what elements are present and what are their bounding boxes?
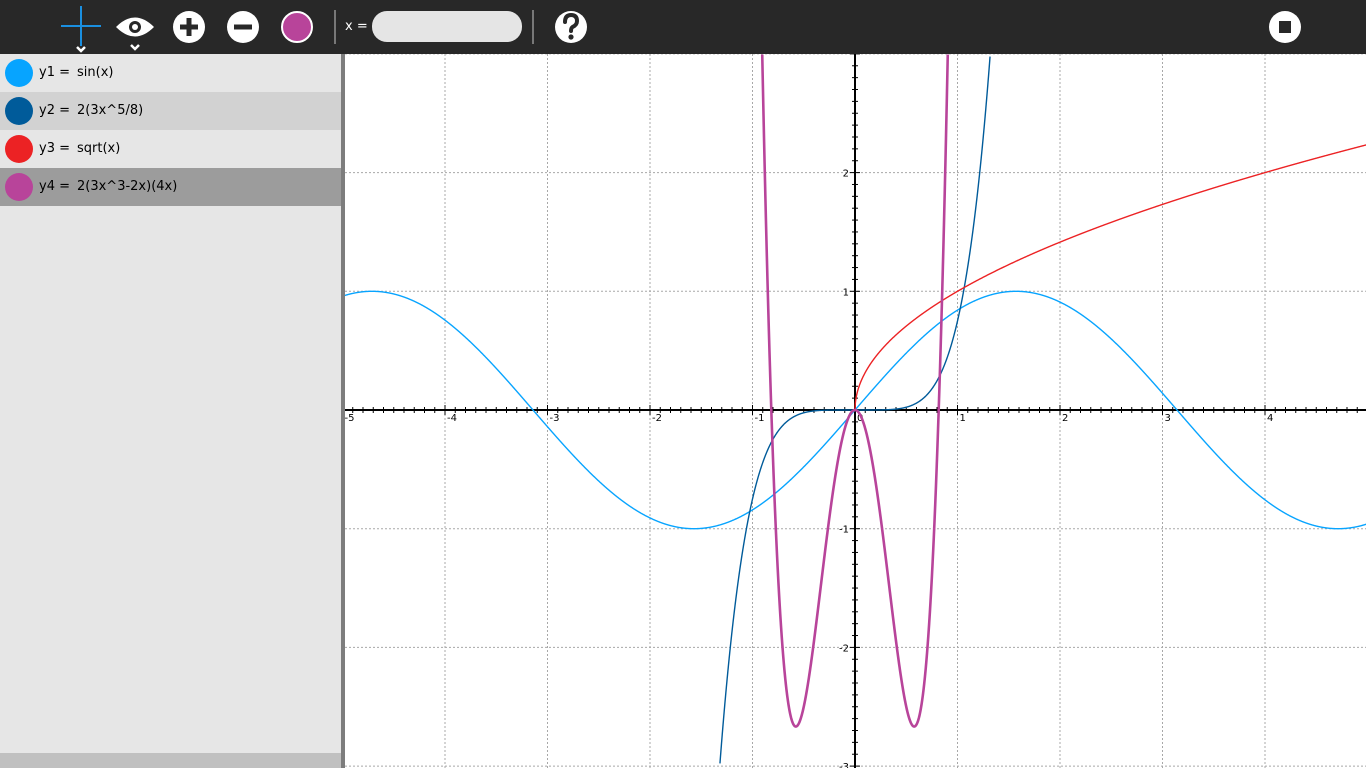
- function-row[interactable]: y4 = 2(3x^3-2x)(4x): [0, 168, 341, 206]
- zoom-in-icon[interactable]: [171, 0, 207, 54]
- x-tick-label: -3: [550, 413, 560, 424]
- y-tick-label: -2: [839, 643, 849, 654]
- grid-axes-icon[interactable]: [58, 0, 104, 54]
- function-color-swatch[interactable]: [5, 59, 33, 87]
- eye-icon[interactable]: [113, 0, 157, 54]
- x-tick-label: 4: [1267, 413, 1273, 424]
- help-icon[interactable]: [553, 0, 589, 54]
- function-expression[interactable]: 2(3x^5/8): [77, 103, 143, 118]
- function-row[interactable]: y1 = sin(x): [0, 54, 341, 92]
- toolbar: x =: [0, 0, 1366, 54]
- function-name-label: y3 =: [39, 141, 70, 156]
- function-name-label: y1 =: [39, 65, 70, 80]
- graph-canvas[interactable]: -5 -4 -3 -2 -1 0 1 2 3 4 -3 -2 -1 1 2: [345, 54, 1366, 768]
- x-tick-label: 2: [1062, 413, 1068, 424]
- x-tick-label: -4: [447, 413, 457, 424]
- function-name-label: y4 =: [39, 179, 70, 194]
- y-tick-label: -1: [839, 525, 849, 536]
- function-row[interactable]: y2 = 2(3x^5/8): [0, 92, 341, 130]
- sidebar-footer: [0, 753, 341, 768]
- function-list: y1 = sin(x) y2 = 2(3x^5/8) y3 = sqrt(x) y4 = 2(…: [0, 54, 341, 768]
- y-tick-label: 1: [843, 287, 849, 298]
- x-tick-label: 1: [960, 413, 966, 424]
- toolbar-separator: [334, 10, 336, 44]
- y-tick-label: -3: [839, 762, 849, 768]
- function-row[interactable]: y3 = sqrt(x): [0, 130, 341, 168]
- x-value-input[interactable]: [372, 11, 522, 42]
- color-picker-button[interactable]: [279, 0, 315, 54]
- x-tick-label: -1: [755, 413, 765, 424]
- x-tick-label: -2: [652, 413, 662, 424]
- zoom-out-icon[interactable]: [225, 0, 261, 54]
- stop-icon[interactable]: [1267, 0, 1303, 54]
- function-curve-y3: [854, 144, 1366, 411]
- function-expression[interactable]: sin(x): [77, 65, 113, 80]
- x-input-label: x =: [345, 19, 368, 34]
- toolbar-separator: [532, 10, 534, 44]
- x-tick-label: 3: [1165, 413, 1171, 424]
- y-tick-label: 2: [843, 169, 849, 180]
- function-color-swatch[interactable]: [5, 173, 33, 201]
- function-color-swatch[interactable]: [5, 135, 33, 163]
- function-expression[interactable]: sqrt(x): [77, 141, 120, 156]
- function-name-label: y2 =: [39, 103, 70, 118]
- function-expression[interactable]: 2(3x^3-2x)(4x): [77, 179, 177, 194]
- x-tick-label: -5: [345, 413, 354, 424]
- function-color-swatch[interactable]: [5, 97, 33, 125]
